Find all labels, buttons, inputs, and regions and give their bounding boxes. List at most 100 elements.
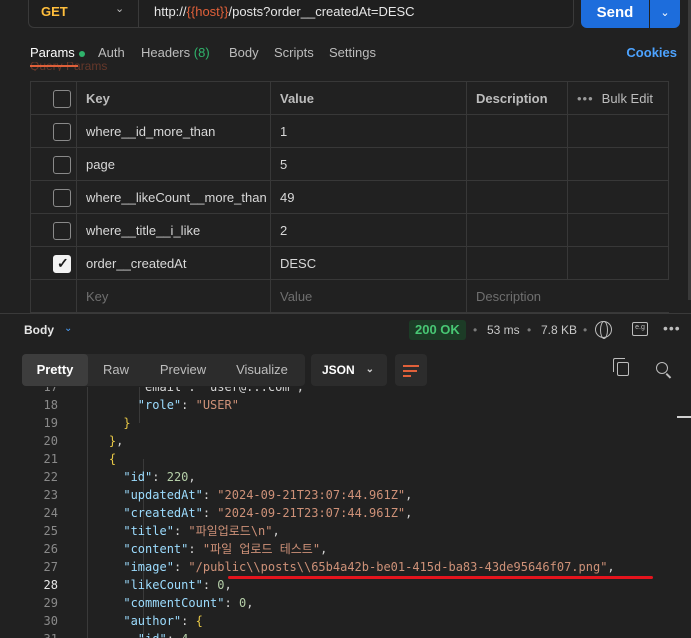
param-row: ✓ order__createdAt DESC xyxy=(30,247,669,280)
param-checkbox-cell xyxy=(30,148,76,180)
tab-raw[interactable]: Raw xyxy=(88,354,144,386)
code-line: 27 "image": "/public\\posts\\65b4a42b-be… xyxy=(0,558,691,576)
tab-pretty[interactable]: Pretty xyxy=(22,354,88,386)
tab-body[interactable]: Body xyxy=(229,45,259,60)
url-host-variable[interactable]: {{host}} xyxy=(187,4,229,19)
param-key[interactable]: where__id_more_than xyxy=(76,115,270,147)
tab-auth[interactable]: Auth xyxy=(98,45,125,60)
param-checkbox[interactable] xyxy=(53,222,71,240)
param-description[interactable] xyxy=(466,214,567,246)
param-value[interactable]: DESC xyxy=(270,247,466,279)
format-select[interactable]: JSON ⌄ xyxy=(311,354,387,386)
code-text: "author": { xyxy=(123,614,203,628)
response-time[interactable]: 53 ms xyxy=(487,323,520,337)
param-checkbox-cell xyxy=(30,214,76,246)
code-text: "id": 220, xyxy=(123,470,196,484)
method-select[interactable]: GET ⌄ xyxy=(28,0,138,28)
param-value[interactable]: 1 xyxy=(270,115,466,147)
param-row: where__title__i_like 2 xyxy=(30,214,669,247)
code-text: "content": "파일 업로드 테스트", xyxy=(123,542,328,556)
param-extra xyxy=(567,148,669,180)
view-mode-tabs: Pretty Raw Preview Visualize xyxy=(22,354,305,386)
wrap-lines-icon-part xyxy=(403,375,411,377)
code-line: 22 "id": 220, xyxy=(0,468,691,486)
response-size[interactable]: 7.8 KB xyxy=(541,323,577,337)
search-icon[interactable] xyxy=(656,362,668,374)
cookies-link[interactable]: Cookies xyxy=(626,45,677,60)
param-checkbox[interactable] xyxy=(53,189,71,207)
param-value[interactable]: 49 xyxy=(270,181,466,213)
params-active-dot-icon xyxy=(78,50,85,57)
line-number: 26 xyxy=(43,542,58,556)
send-button[interactable]: Send xyxy=(581,0,649,28)
code-line: 29 "commentCount": 0, xyxy=(0,594,691,612)
globe-icon[interactable] xyxy=(595,321,612,339)
header-value: Value xyxy=(270,82,466,114)
tab-headers[interactable]: Headers (8) xyxy=(141,45,210,60)
code-line: 21 { xyxy=(0,450,691,468)
param-extra xyxy=(567,214,669,246)
tab-visualize[interactable]: Visualize xyxy=(222,354,302,386)
param-checkbox-cell: ✓ xyxy=(30,247,76,279)
response-code-view[interactable]: 17 "email": "user@...com", 18 "role": "U… xyxy=(0,387,691,638)
url-input[interactable]: http://{{host}}/posts?order__createdAt=D… xyxy=(138,0,574,28)
param-description[interactable] xyxy=(466,247,567,279)
code-line: 19 } xyxy=(0,414,691,432)
pane-divider[interactable] xyxy=(0,313,691,314)
param-checkbox-checked[interactable]: ✓ xyxy=(53,255,71,273)
param-description[interactable] xyxy=(466,148,567,180)
separator-dot: • xyxy=(583,323,588,337)
line-number: 22 xyxy=(43,470,58,484)
send-options-chevron-icon[interactable]: ⌄ xyxy=(650,0,680,28)
param-description[interactable] xyxy=(466,115,567,147)
new-description-input[interactable]: Description xyxy=(466,280,668,312)
code-text: "title": "파일업로드\n", xyxy=(123,524,280,538)
line-number: 20 xyxy=(43,434,58,448)
param-key[interactable]: page xyxy=(76,148,270,180)
save-response-icon[interactable]: e.g xyxy=(632,322,648,336)
new-value-input[interactable]: Value xyxy=(270,280,466,312)
line-number: 31 xyxy=(0,630,58,638)
code-line: 26 "content": "파일 업로드 테스트", xyxy=(0,540,691,558)
param-value[interactable]: 5 xyxy=(270,148,466,180)
new-key-input[interactable]: Key xyxy=(76,280,270,312)
param-key[interactable]: where__likeCount__more_than xyxy=(76,181,270,213)
select-all-checkbox[interactable] xyxy=(53,90,71,108)
code-text: { xyxy=(80,452,117,466)
code-text: "commentCount": 0, xyxy=(123,596,254,610)
tab-preview[interactable]: Preview xyxy=(144,354,222,386)
bulk-edit-button[interactable]: ••• Bulk Edit xyxy=(567,82,669,114)
url-path: /posts?order__createdAt=DESC xyxy=(228,4,415,19)
headers-count: (8) xyxy=(193,45,210,60)
param-value[interactable]: 2 xyxy=(270,214,466,246)
copy-icon[interactable] xyxy=(613,358,629,376)
header-checkbox-cell xyxy=(30,82,76,114)
more-options-icon[interactable]: ••• xyxy=(663,320,681,336)
param-checkbox-cell xyxy=(30,115,76,147)
code-text: } xyxy=(80,416,131,430)
param-description[interactable] xyxy=(466,181,567,213)
code-text: "createdAt": "2024-09-21T23:07:44.961Z", xyxy=(123,506,413,520)
response-body-label[interactable]: Body xyxy=(24,323,54,337)
tab-scripts[interactable]: Scripts xyxy=(274,45,314,60)
param-extra xyxy=(567,115,669,147)
param-key[interactable]: where__title__i_like xyxy=(76,214,270,246)
param-checkbox[interactable] xyxy=(53,156,71,174)
tab-params[interactable]: Params xyxy=(30,45,85,60)
tab-settings[interactable]: Settings xyxy=(329,45,376,60)
code-text: "likeCount": 0, xyxy=(123,578,232,592)
line-number: 27 xyxy=(43,560,58,574)
line-number: 23 xyxy=(43,488,58,502)
code-scrollbar-thumb[interactable] xyxy=(677,416,691,418)
line-number: 24 xyxy=(43,506,58,520)
code-text: "updatedAt": "2024-09-21T23:07:44.961Z", xyxy=(123,488,413,502)
chevron-down-icon[interactable]: ⌄ xyxy=(64,323,72,334)
param-checkbox[interactable] xyxy=(53,123,71,141)
wrap-lines-icon xyxy=(403,365,419,367)
status-badge[interactable]: 200 OK xyxy=(409,320,466,340)
param-key[interactable]: order__createdAt xyxy=(76,247,270,279)
wrap-lines-button[interactable] xyxy=(395,354,427,386)
params-section-label: Query Params xyxy=(30,62,108,71)
code-text: "role": "USER" xyxy=(137,398,239,412)
more-dots-icon: ••• xyxy=(577,91,594,106)
